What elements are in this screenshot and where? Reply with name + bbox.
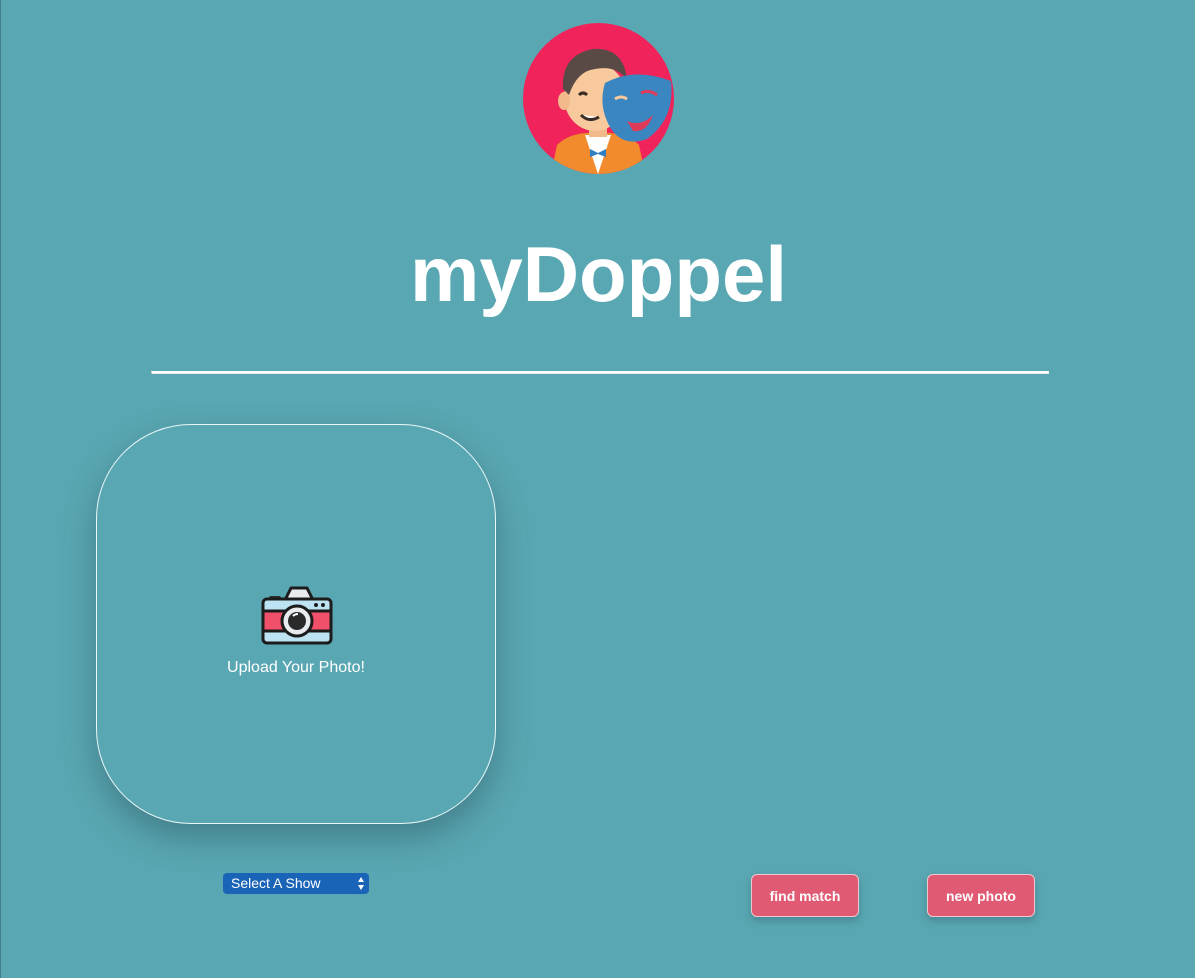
camera-icon <box>261 586 333 646</box>
upload-label: Upload Your Photo! <box>227 659 365 676</box>
photo-upload-dropzone[interactable]: Upload Your Photo! <box>96 424 496 824</box>
find-match-button[interactable]: find match <box>751 874 859 917</box>
show-select[interactable]: Select A Show <box>223 873 369 894</box>
select-arrows-icon <box>358 877 364 890</box>
show-select-value: Select A Show <box>231 875 321 891</box>
actor-with-theater-mask-icon <box>523 23 674 174</box>
app-logo <box>523 23 674 174</box>
new-photo-button[interactable]: new photo <box>927 874 1035 917</box>
header-divider <box>151 371 1049 374</box>
page-title: myDoppel <box>409 230 788 318</box>
